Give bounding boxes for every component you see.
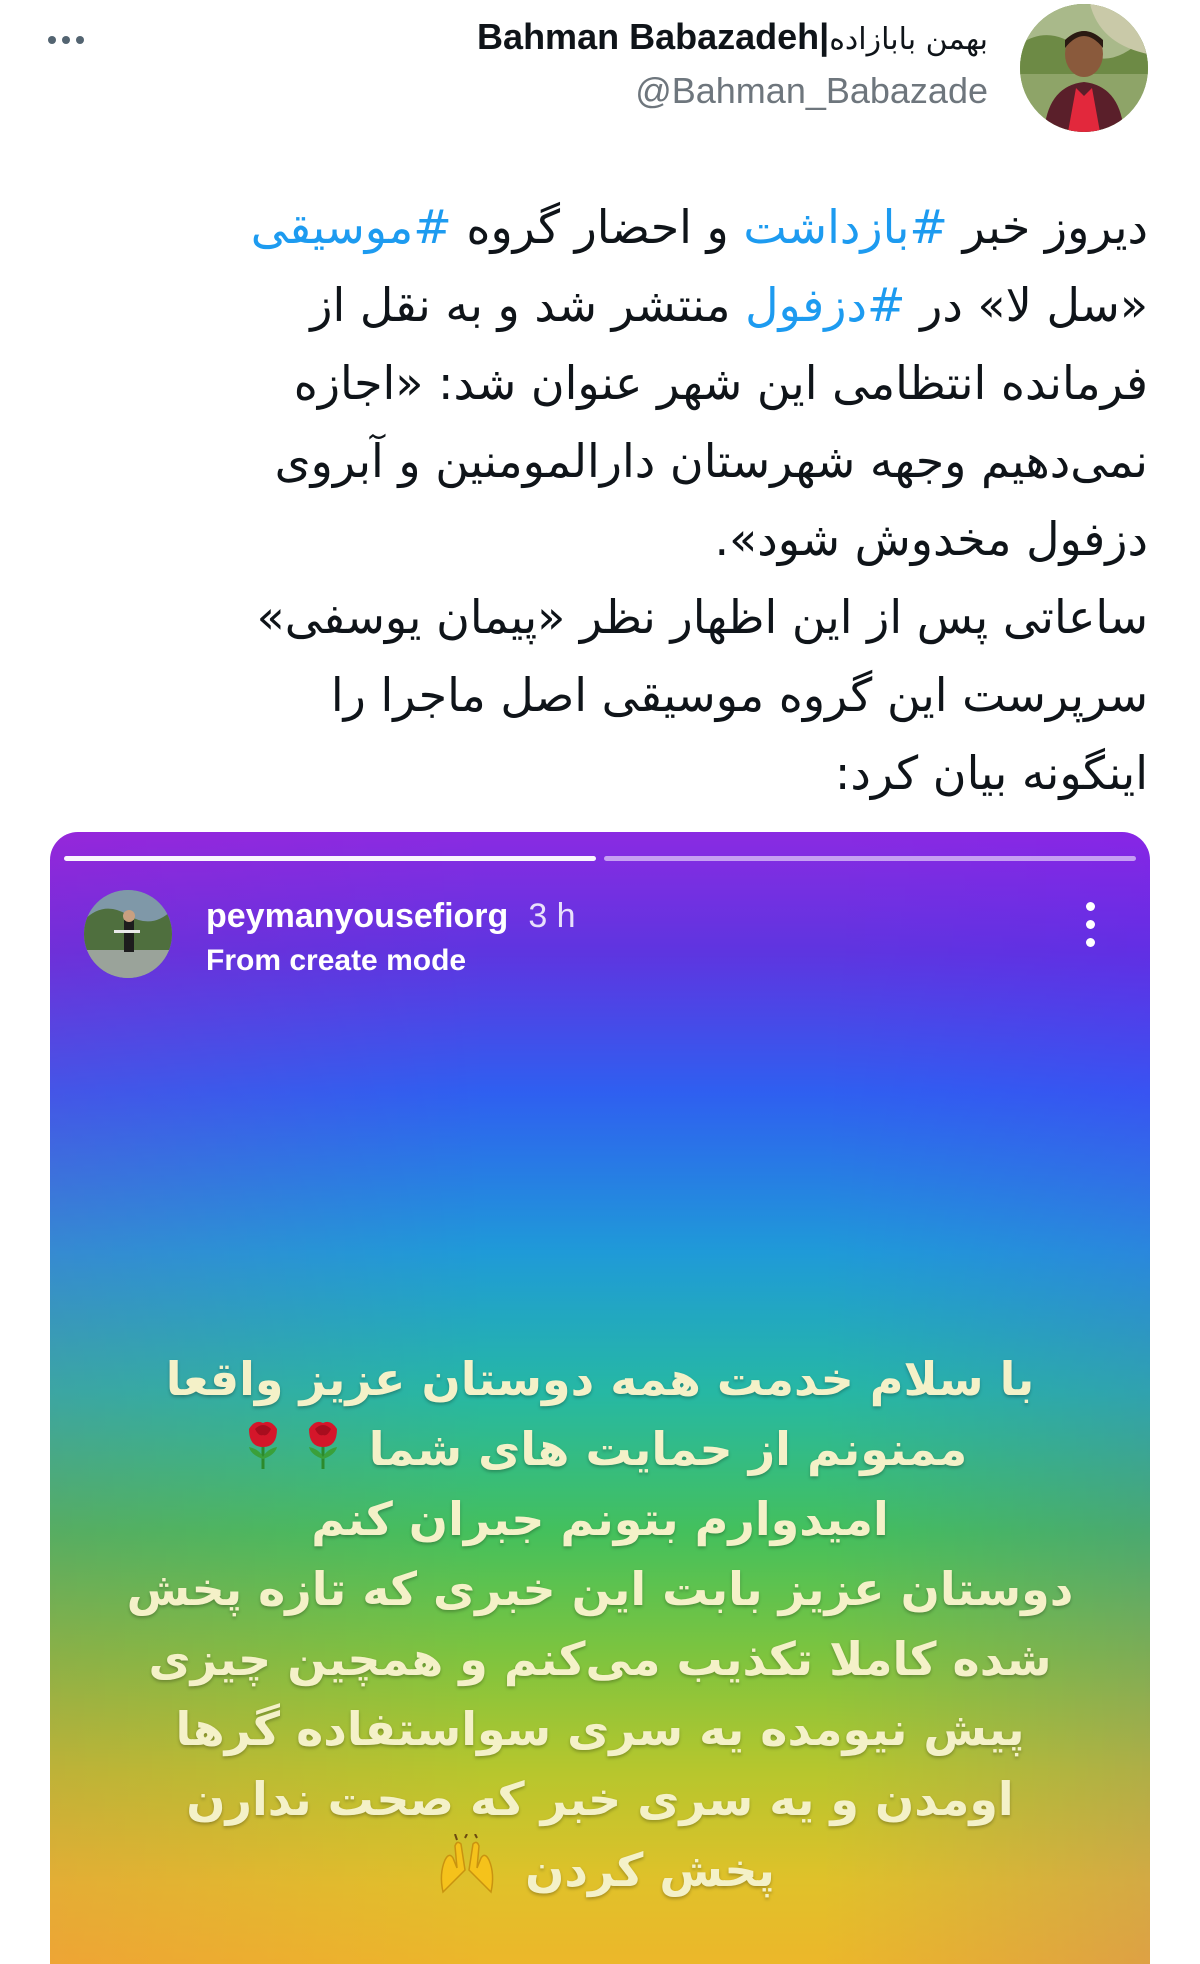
tweet-screenshot: Bahman Babazadeh|بهمن بابازاده @Bahman_B…	[0, 0, 1200, 1964]
story-username[interactable]: peymanyousefiorg	[206, 897, 508, 935]
author-info: Bahman Babazadeh|بهمن بابازاده @Bahman_B…	[477, 12, 988, 117]
story-menu-button[interactable]	[1080, 902, 1100, 962]
more-options-button[interactable]	[48, 18, 96, 58]
author-avatar-image	[1020, 4, 1148, 132]
story-line: دوستان عزیز بابت این خبری که تازه پخش	[126, 1562, 1074, 1616]
tweet-line: فرمانده انتظامی این شهر عنوان شد: «اجازه	[293, 356, 1148, 410]
story-subtitle: From create mode	[206, 944, 467, 977]
tweet-header: Bahman Babazadeh|بهمن بابازاده @Bahman_B…	[0, 0, 1200, 150]
story-line: امیدوارم بتونم جبران کنم	[311, 1492, 889, 1546]
tweet-line: اینگونه بیان کرد:	[834, 746, 1148, 800]
rose-icon	[243, 1415, 283, 1490]
story-user-avatar[interactable]	[84, 890, 172, 978]
author-avatar[interactable]	[1020, 4, 1148, 132]
display-name-separator: |	[819, 16, 830, 57]
story-time: 3 h	[528, 897, 576, 935]
hashtag-link[interactable]: #موسیقی	[251, 200, 452, 254]
more-vertical-icon	[1086, 902, 1095, 911]
display-name-persian: بهمن بابازاده	[829, 22, 988, 57]
rose-icon	[303, 1415, 343, 1490]
tweet-line: «سل لا» در #دزفول منتشر شد و به نقل از	[310, 278, 1148, 332]
tweet-line: ساعاتی پس از این اظهار نظر «پیمان یوسفی»	[256, 590, 1148, 644]
tweet-line: سرپرست این گروه موسیقی اصل ماجرا را	[330, 668, 1148, 722]
story-line: اومدن و یه سری خبر که صحت ندارن	[186, 1772, 1014, 1826]
story-line: شده کاملا تکذیب می‌کنم و همچین چیزی	[148, 1632, 1052, 1686]
tweet-line: دزفول مخدوش شود».	[714, 512, 1148, 566]
story-progress-segment	[64, 856, 596, 861]
story-avatar-image	[84, 890, 172, 978]
display-name-latin: Bahman Babazadeh	[477, 16, 820, 57]
tweet-line: نمی‌دهیم وجهه شهرستان دارالمومنین و آبرو…	[274, 434, 1148, 488]
story-line: ممنونم از حمایت های شما	[50, 1414, 1150, 1484]
story-line: پخش کردن	[50, 1833, 1150, 1904]
hashtag-link[interactable]: #دزفول	[745, 278, 905, 332]
embedded-story-image[interactable]: peymanyousefiorg 3 h From create mode با …	[50, 832, 1150, 1964]
raising-hands-icon	[435, 1833, 499, 1913]
author-display-name[interactable]: Bahman Babazadeh|بهمن بابازاده	[477, 12, 988, 65]
hashtag-link[interactable]: #بازداشت	[743, 200, 948, 254]
tweet-line: دیروز خبر #بازداشت و احضار گروه #موسیقی	[250, 200, 1148, 254]
author-handle[interactable]: @Bahman_Babazade	[477, 65, 988, 117]
story-progress-segment	[604, 856, 1136, 861]
story-message: با سلام خدمت همه دوستان عزیز واقعا ممنون…	[50, 1344, 1150, 1904]
tweet-body: دیروز خبر #بازداشت و احضار گروه #موسیقی …	[58, 188, 1148, 812]
story-line: پیش نیومده یه سری سواستفاده گرها	[175, 1702, 1025, 1756]
more-horizontal-icon	[48, 36, 56, 44]
story-user-info: peymanyousefiorg 3 h From create mode	[206, 892, 576, 982]
story-line: با سلام خدمت همه دوستان عزیز واقعا	[165, 1352, 1035, 1406]
story-progress-bar	[64, 856, 1136, 861]
